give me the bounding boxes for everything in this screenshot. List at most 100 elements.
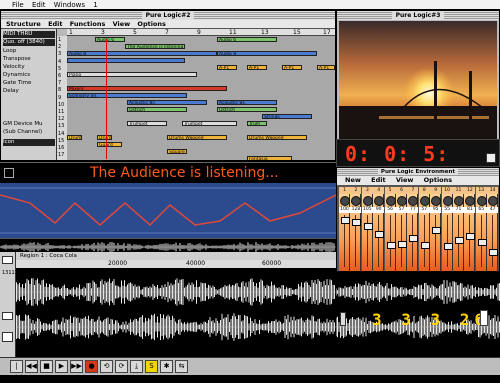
arrange-region[interactable]: Strings <box>262 114 312 119</box>
menu-windows[interactable]: Windows <box>54 1 85 9</box>
arrange-region[interactable]: Trum <box>247 121 267 126</box>
pan-knob[interactable] <box>488 196 499 206</box>
volume-fader[interactable] <box>443 243 453 250</box>
track-number[interactable]: 12 <box>58 116 64 122</box>
inspector-delay[interactable]: Delay <box>3 88 55 95</box>
arrange-region[interactable]: A-P1 <box>247 65 267 70</box>
arrange-tracks-area[interactable]: Audio 6 Audio 6 The Audience is listening A… <box>67 36 335 160</box>
automation-graph[interactable] <box>0 183 336 238</box>
track-number[interactable]: 13 <box>58 123 64 129</box>
menu-view[interactable]: View <box>113 20 131 28</box>
overview-waveform[interactable] <box>0 238 336 252</box>
arrange-region[interactable]: Guard <box>97 142 122 147</box>
pan-knob[interactable] <box>454 196 464 206</box>
arrange-region[interactable]: Piano <box>67 72 197 77</box>
arrange-region[interactable]: Audio 8 <box>217 51 317 56</box>
volume-fader[interactable] <box>432 227 442 234</box>
menu-structure[interactable]: Structure <box>6 20 41 28</box>
mixer-menu-new[interactable]: New <box>345 176 361 184</box>
track-number[interactable]: 4 <box>58 59 61 65</box>
sample-ruler[interactable]: 20000 40000 60000 <box>16 260 336 268</box>
arrange-region[interactable]: A-P1 <box>282 65 302 70</box>
waveform-scroll-handle[interactable] <box>340 312 346 326</box>
track-number[interactable]: 6 <box>58 73 61 79</box>
track-number[interactable]: 15 <box>58 138 64 144</box>
arrange-region[interactable]: Ostrich <box>217 107 277 112</box>
menu-1[interactable]: 1 <box>93 1 97 9</box>
timecode-menu-button[interactable] <box>486 153 496 163</box>
speaker-icon[interactable] <box>2 256 13 264</box>
pan-knob[interactable] <box>465 196 476 206</box>
track-number[interactable]: 2 <box>58 44 61 50</box>
arrange-region[interactable]: Drums Wapped <box>167 135 227 140</box>
arrange-region[interactable]: Trumpet <box>127 121 167 126</box>
zoom-icon[interactable] <box>2 332 13 342</box>
volume-fader[interactable] <box>386 242 396 249</box>
inspector-velocity[interactable]: Velocity <box>3 64 55 71</box>
volume-fader[interactable] <box>489 249 499 256</box>
volume-fader[interactable] <box>420 242 430 249</box>
inspector-icon[interactable]: Icon <box>3 139 55 146</box>
pan-knob[interactable] <box>340 196 350 206</box>
track-number[interactable]: 11 <box>58 109 64 115</box>
inspector-quantize[interactable]: Quo. off (3840) <box>3 39 55 46</box>
inspector-dynamics[interactable]: Dynamics <box>3 72 55 79</box>
pan-knob[interactable] <box>397 196 407 206</box>
inspector-sub-channel[interactable]: (Sub Channel) <box>3 129 55 136</box>
movie-title-bar[interactable]: Pure Logic#3 <box>337 11 499 20</box>
mixer-title-bar[interactable]: Pure Logic Environment <box>337 168 499 176</box>
arrange-region[interactable]: Drums Wapped <box>247 135 307 140</box>
transport-button[interactable]: ■ <box>40 360 53 373</box>
inspector-midi-thru[interactable]: MIDI THRU <box>3 31 55 38</box>
arrange-region[interactable] <box>67 58 185 63</box>
arrange-region[interactable]: Drums <box>67 135 82 140</box>
arrange-region[interactable]: Schnorry Sn. <box>67 93 187 98</box>
transport-button[interactable]: ⇆ <box>175 360 188 373</box>
track-number[interactable]: 3 <box>58 51 61 57</box>
pan-knob[interactable] <box>431 196 442 206</box>
arrange-region[interactable]: A-P1 <box>217 65 237 70</box>
transport-button[interactable]: ◀◀ <box>25 360 38 373</box>
track-number[interactable]: 8 <box>58 87 61 93</box>
volume-fader[interactable] <box>341 217 350 224</box>
mixer-menu-options[interactable]: Options <box>424 176 452 184</box>
menu-edit[interactable]: Edit <box>32 1 46 9</box>
volume-fader[interactable] <box>455 237 464 244</box>
transport-button[interactable]: ⟲ <box>100 360 113 373</box>
track-number[interactable]: 9 <box>58 95 61 101</box>
volume-fader[interactable] <box>398 241 407 248</box>
inspector-loop[interactable]: Loop <box>3 48 55 55</box>
arrange-region[interactable]: The Audience is listening <box>125 44 185 49</box>
arrange-region[interactable]: Audio 6 <box>95 37 125 42</box>
track-number[interactable]: 17 <box>58 152 64 158</box>
transport-button[interactable]: ▶▶ <box>70 360 83 373</box>
track-number[interactable]: 7 <box>58 80 61 86</box>
menu-file[interactable]: File <box>12 1 24 9</box>
transport-button[interactable]: ⟳ <box>115 360 128 373</box>
track-number[interactable]: 14 <box>58 131 64 137</box>
volume-fader[interactable] <box>466 233 476 240</box>
arrange-region[interactable]: Acoustic Bs. <box>127 100 207 105</box>
track-number[interactable]: 5 <box>58 66 61 72</box>
song-position-line[interactable] <box>106 39 107 159</box>
inspector-gate-time[interactable]: Gate Time <box>3 80 55 87</box>
volume-fader[interactable] <box>409 235 419 242</box>
pan-knob[interactable] <box>362 196 373 206</box>
menu-functions[interactable]: Functions <box>70 20 106 28</box>
track-number[interactable]: 10 <box>58 102 64 108</box>
transport-button[interactable]: ▶ <box>55 360 68 373</box>
arrange-region[interactable]: Audio 6 <box>217 37 277 42</box>
volume-fader[interactable] <box>477 239 487 246</box>
inspector-device[interactable]: GM Device Mu <box>3 121 55 128</box>
pan-knob[interactable] <box>408 196 419 206</box>
arrange-region[interactable]: Fantasia <box>247 156 292 160</box>
pan-knob[interactable] <box>385 196 396 206</box>
pan-knob[interactable] <box>442 196 453 206</box>
pan-knob[interactable] <box>476 196 487 206</box>
transport-button[interactable]: ✱ <box>160 360 173 373</box>
arrange-region[interactable]: Mixers <box>67 86 227 91</box>
pan-knob[interactable] <box>351 196 362 206</box>
mixer-menu-view[interactable]: View <box>396 176 414 184</box>
transport-button[interactable]: ● <box>85 360 98 373</box>
track-number[interactable]: 1 <box>58 37 61 43</box>
